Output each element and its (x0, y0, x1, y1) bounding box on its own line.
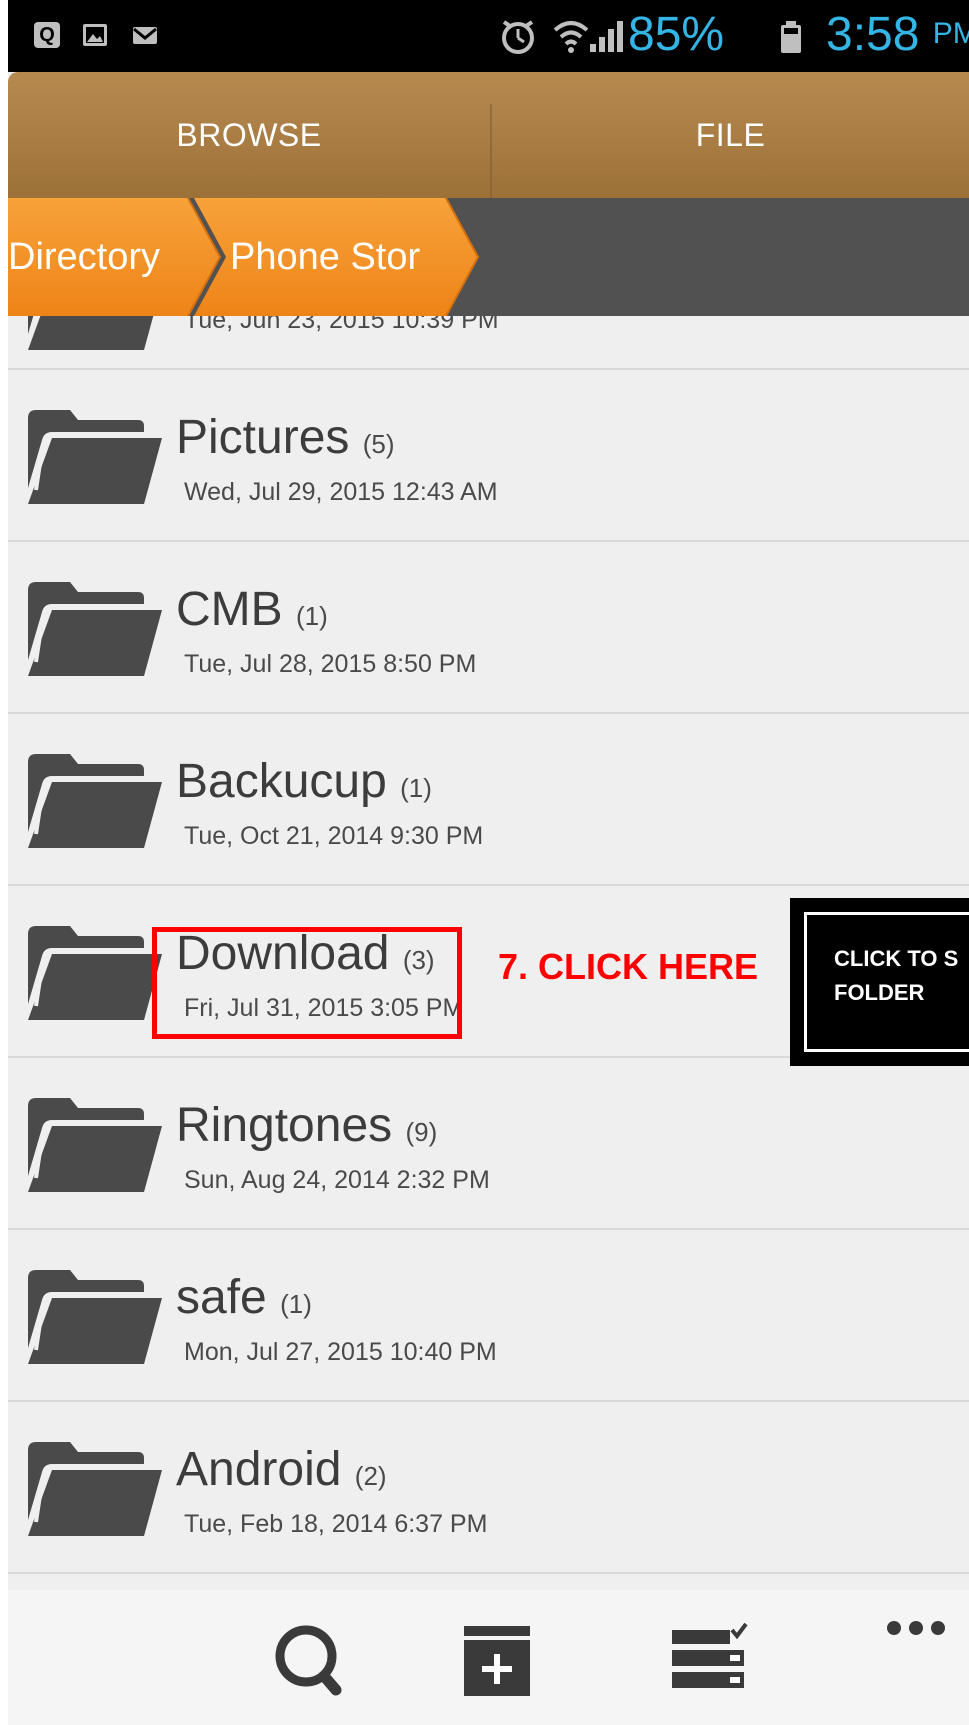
tutorial-callout-text: CLICK TO S FOLDER (834, 946, 959, 1005)
folder-name: Ringtones (9) (176, 1098, 437, 1153)
folder-count: (2) (354, 1461, 387, 1491)
folder-name: Pictures (5) (176, 410, 395, 465)
folder-name-text: CMB (176, 583, 283, 636)
folder-count: (5) (362, 429, 395, 459)
breadcrumb-item-phone-storage[interactable]: Phone Stor (230, 198, 420, 316)
clock: 3:58 PM (826, 7, 969, 61)
folder-date: Tue, Feb 18, 2014 6:37 PM (184, 1510, 488, 1538)
folder-count: (1) (280, 1289, 312, 1319)
tab-file[interactable]: FILE (492, 72, 969, 198)
list-item-partial[interactable]: Tue, Jun 23, 2015 10:39 PM (8, 316, 969, 370)
status-bar: Q 85% 3:58 PM (8, 0, 969, 72)
clock-time: 3:58 (826, 7, 920, 61)
list-item-android[interactable]: Android (2) Tue, Feb 18, 2014 6:37 PM (8, 1402, 969, 1574)
folder-icon (28, 1098, 162, 1192)
folder-icon (28, 926, 162, 1020)
tutorial-step-label: 7. CLICK HERE (498, 946, 759, 987)
folder-icon (28, 410, 162, 504)
folder-date: Wed, Jul 29, 2015 12:43 AM (184, 478, 498, 506)
select-list-icon[interactable] (658, 1608, 758, 1708)
folder-icon (28, 754, 162, 848)
folder-name: Android (2) (176, 1442, 387, 1497)
wifi-icon (553, 21, 589, 53)
tab-browse[interactable]: BROWSE (8, 72, 490, 198)
breadcrumb-item-directory[interactable]: Directory (8, 198, 160, 316)
breadcrumb: Directory Phone Stor (8, 198, 969, 316)
more-icon[interactable] (868, 1608, 968, 1708)
folder-count: (1) (296, 601, 328, 631)
folder-date: Tue, Jun 23, 2015 10:39 PM (184, 316, 499, 334)
folder-icon (28, 316, 154, 350)
q-notification-icon: Q (34, 22, 60, 48)
folder-name: Backucup (1) (176, 754, 432, 809)
list-item-pictures[interactable]: Pictures (5) Wed, Jul 29, 2015 12:43 AM (8, 370, 969, 542)
battery-percent: 85% (628, 7, 725, 61)
folder-name: CMB (1) (176, 582, 328, 637)
folder-name-text: Pictures (176, 411, 350, 464)
app-frame: Q 85% 3:58 PM BROWSE FILE Directory Phon… (8, 0, 969, 1725)
bottom-toolbar (8, 1590, 969, 1725)
folder-name: safe (1) (176, 1270, 312, 1325)
folder-date: Tue, Jul 28, 2015 8:50 PM (184, 650, 477, 678)
tutorial-callout: CLICK TO S FOLDER (790, 898, 969, 1066)
new-folder-icon[interactable] (448, 1608, 548, 1708)
clock-suffix: PM (932, 17, 969, 50)
folder-name-text: Android (176, 1443, 342, 1496)
folder-name-text: Backucup (176, 755, 387, 808)
folder-count: (1) (400, 773, 432, 803)
tab-bar: BROWSE FILE (8, 72, 969, 270)
list-item-ringtones[interactable]: Ringtones (9) Sun, Aug 24, 2014 2:32 PM (8, 1058, 969, 1230)
tutorial-highlight-box (152, 927, 462, 1039)
mail-notification-icon (133, 27, 157, 44)
folder-icon (28, 1270, 162, 1364)
signal-icon (590, 21, 623, 52)
folder-name-text: safe (176, 1271, 267, 1324)
folder-date: Tue, Oct 21, 2014 9:30 PM (184, 822, 484, 850)
folder-icon (28, 1442, 162, 1536)
battery-icon (781, 21, 801, 53)
folder-date: Mon, Jul 27, 2015 10:40 PM (184, 1338, 497, 1366)
list-item-backucup[interactable]: Backucup (1) Tue, Oct 21, 2014 9:30 PM (8, 714, 969, 886)
alarm-icon (502, 20, 534, 54)
folder-name-text: Ringtones (176, 1099, 393, 1152)
folder-date: Sun, Aug 24, 2014 2:32 PM (184, 1166, 490, 1194)
list-item-safe[interactable]: safe (1) Mon, Jul 27, 2015 10:40 PM (8, 1230, 969, 1402)
search-icon[interactable] (260, 1608, 360, 1708)
list-item-cmb[interactable]: CMB (1) Tue, Jul 28, 2015 8:50 PM (8, 542, 969, 714)
folder-icon (28, 582, 162, 676)
image-notification-icon (83, 24, 107, 46)
folder-count: (9) (405, 1117, 438, 1147)
